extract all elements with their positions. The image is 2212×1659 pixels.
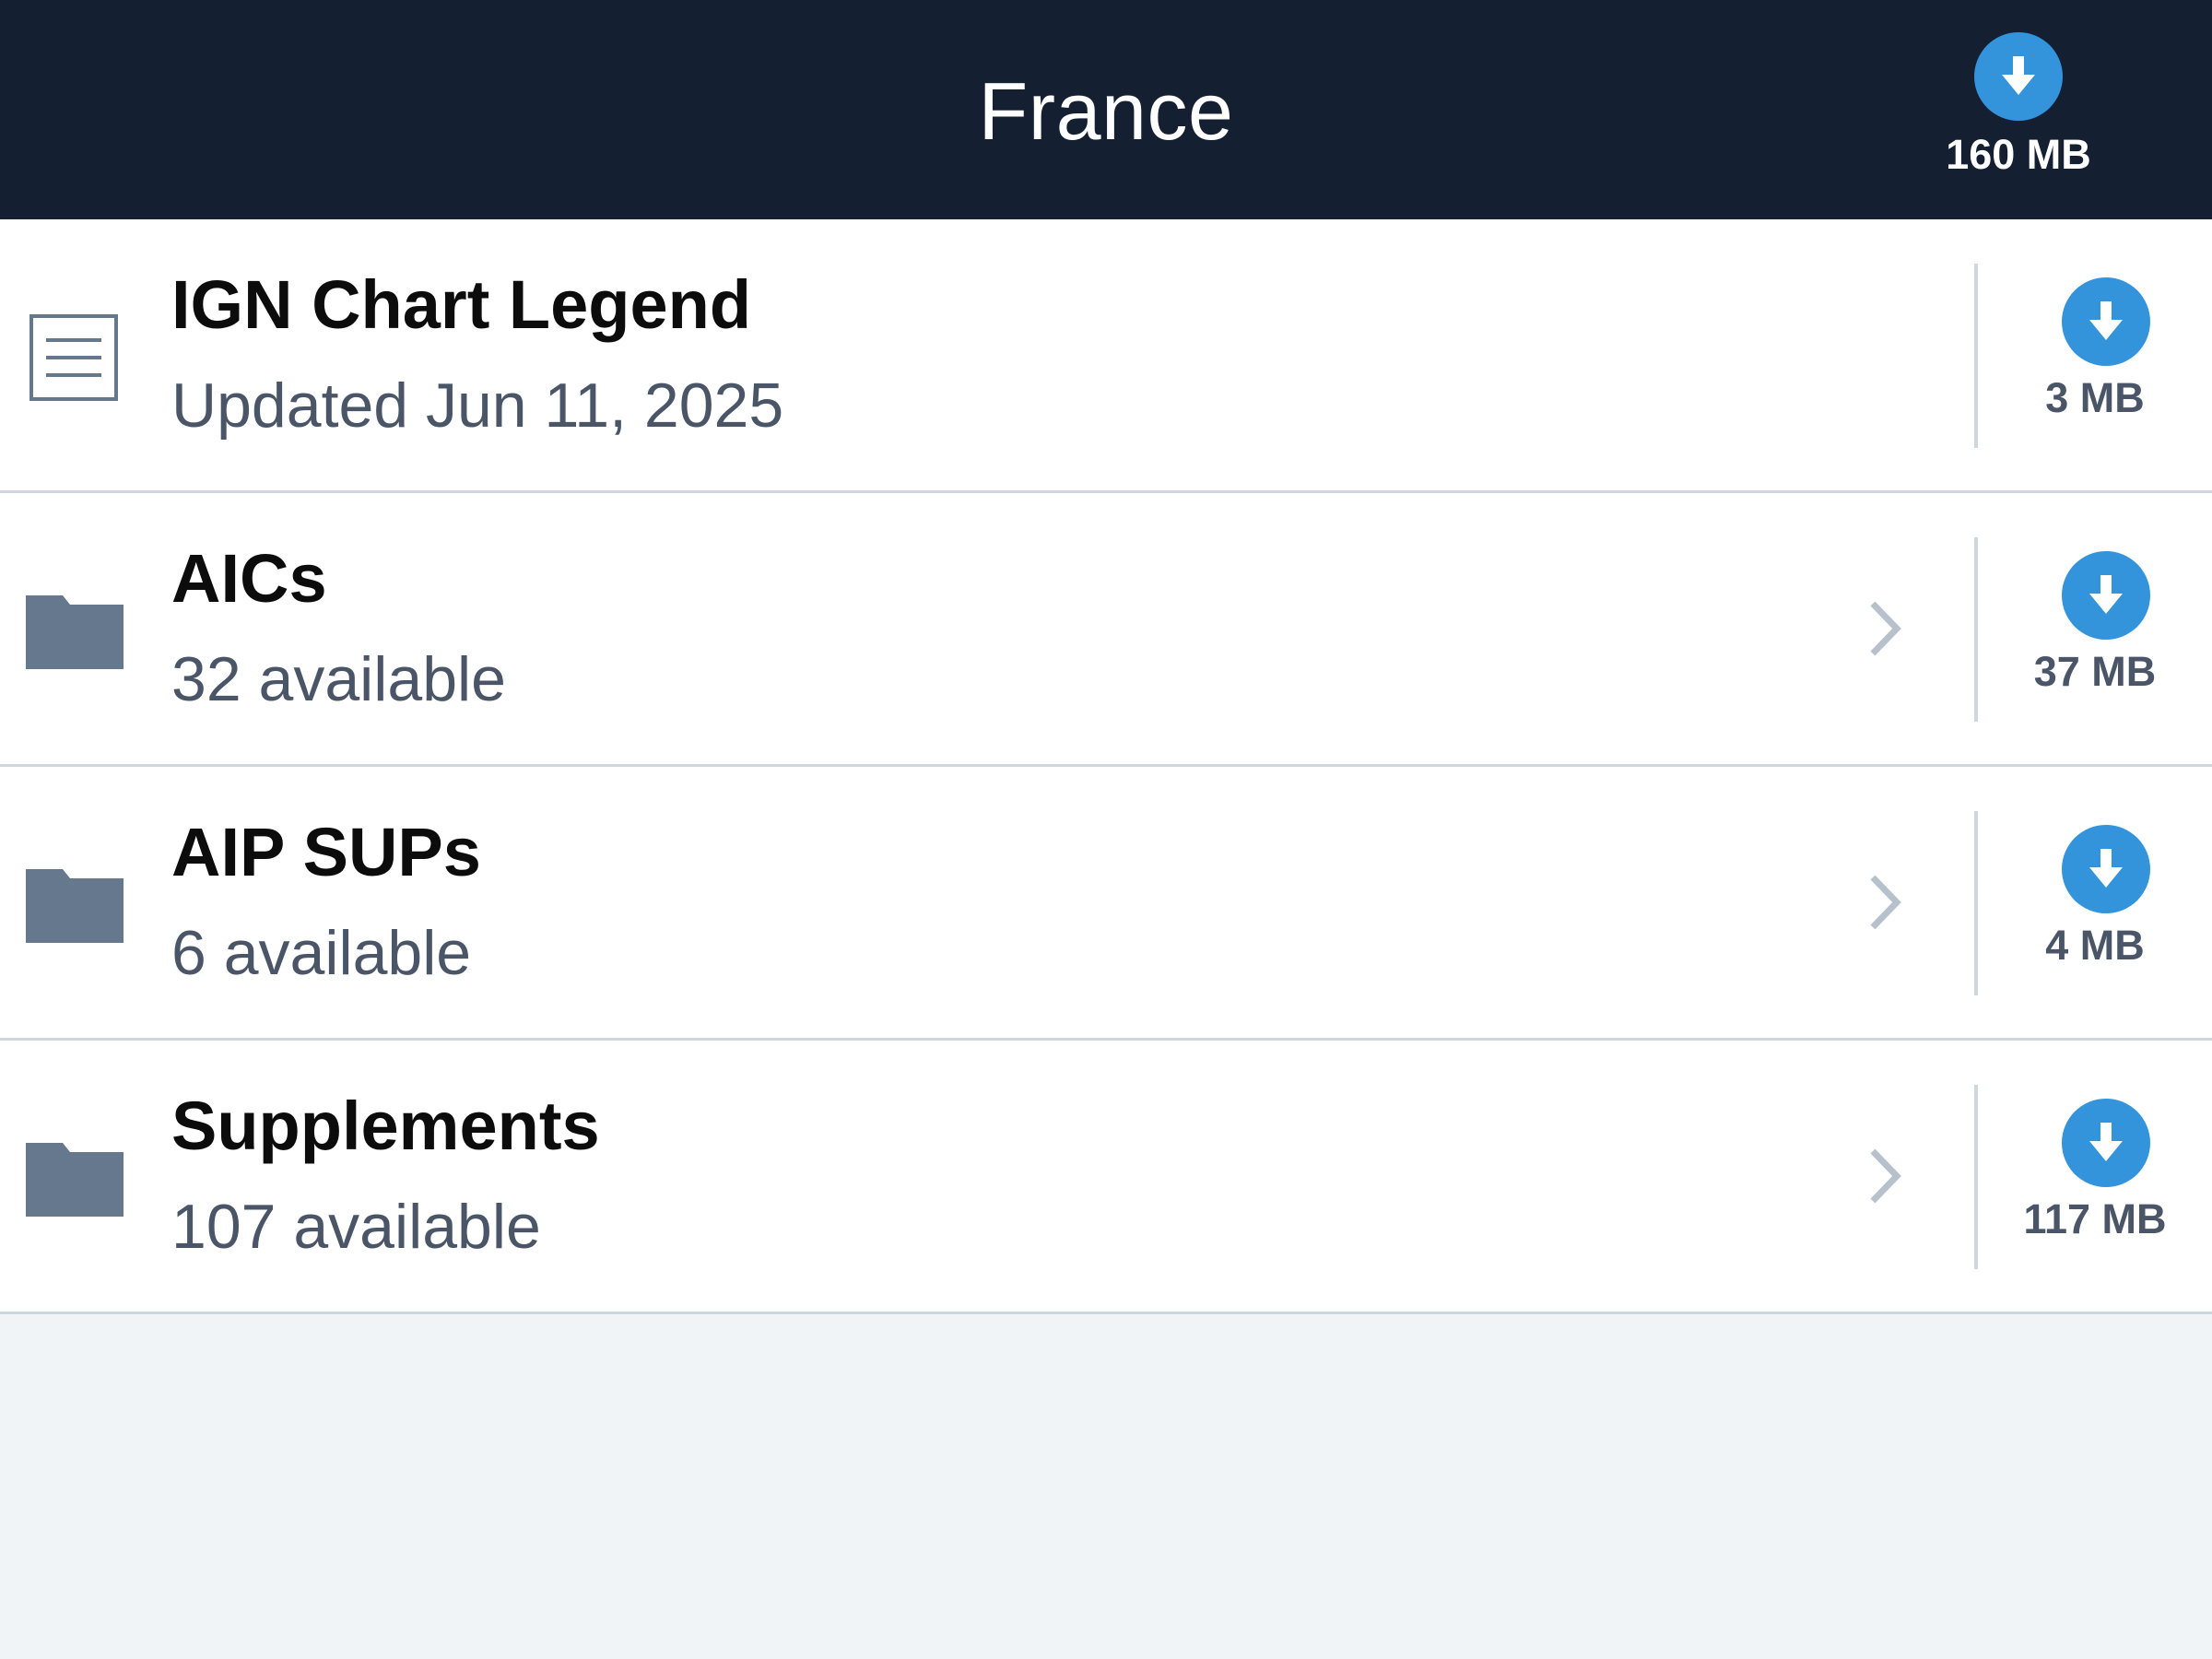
chevron-right-icon [1862,870,1908,935]
page-title: France [978,65,1234,157]
folder-icon [24,1128,125,1230]
download-icon [1974,32,2063,121]
download-button[interactable]: 3 MB [1978,275,2212,441]
chevron-right-icon [1862,1144,1908,1208]
folder-icon [24,581,125,682]
download-size: 37 MB [2033,648,2157,695]
item-subtitle: 32 available [171,644,506,714]
item-subtitle: 107 available [171,1192,541,1262]
download-size: 4 MB [2045,922,2145,969]
list-item-aics[interactable]: AICs 32 available 37 MB [0,493,2212,767]
document-icon [24,307,125,408]
total-download-size: 160 MB [1946,131,2091,178]
folder-icon [24,854,125,956]
download-all-button[interactable]: 160 MB [1926,28,2111,184]
navigation-bar: France 160 MB [0,0,2212,219]
download-size: 117 MB [2023,1195,2167,1242]
download-button[interactable]: 4 MB [1978,822,2212,988]
item-title: Supplements [171,1088,600,1164]
item-title: AIP SUPs [171,814,481,890]
download-icon [2062,277,2150,366]
download-icon [2062,825,2150,913]
item-subtitle: 6 available [171,918,472,988]
download-icon [2062,1099,2150,1187]
list-item-aip-sups[interactable]: AIP SUPs 6 available 4 MB [0,767,2212,1041]
list-item-supplements[interactable]: Supplements 107 available 117 MB [0,1041,2212,1314]
item-title: IGN Chart Legend [171,266,752,343]
download-button[interactable]: 117 MB [1978,1096,2212,1262]
item-title: AICs [171,540,327,617]
list-item-ign-chart-legend[interactable]: IGN Chart Legend Updated Jun 11, 2025 3 … [0,219,2212,493]
download-icon [2062,551,2150,640]
content-list: IGN Chart Legend Updated Jun 11, 2025 3 … [0,219,2212,1314]
item-subtitle: Updated Jun 11, 2025 [171,371,784,441]
download-size: 3 MB [2045,374,2145,421]
chevron-right-icon [1862,596,1908,661]
download-button[interactable]: 37 MB [1978,548,2212,714]
